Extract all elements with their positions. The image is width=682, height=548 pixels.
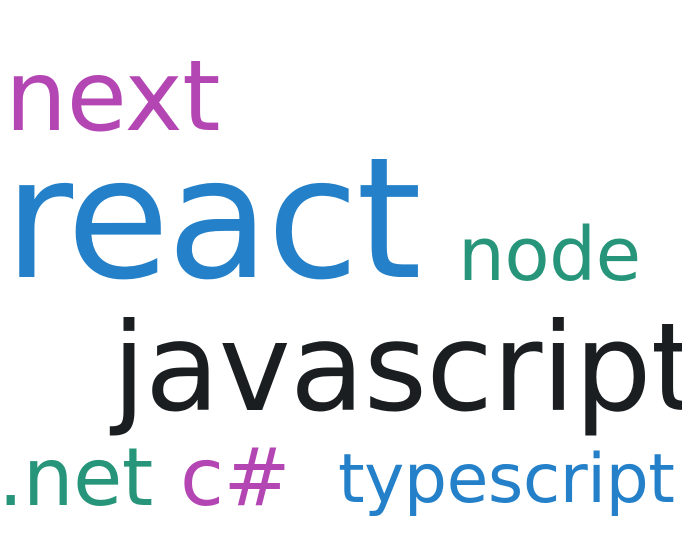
word-javascript: javascript [112, 297, 682, 439]
word-csharp: c# [180, 431, 291, 524]
word-react: react [4, 121, 422, 317]
word-typescript: typescript [338, 440, 675, 519]
word-cloud: next react node javascript .net c# types… [0, 0, 682, 548]
word-node: node [458, 212, 641, 298]
word-dotnet: .net [0, 431, 153, 524]
